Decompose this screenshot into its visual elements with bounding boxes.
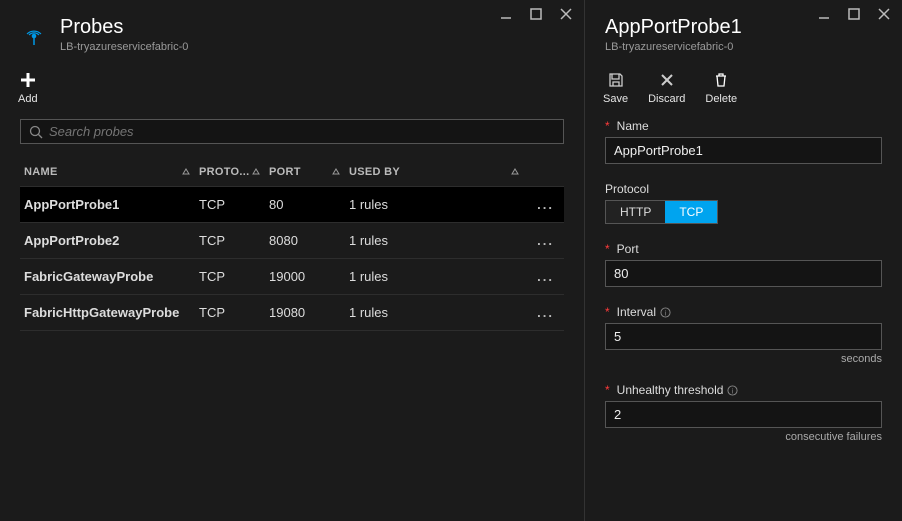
- interval-label: *Interval i: [605, 305, 882, 319]
- cell-protocol: TCP: [195, 259, 265, 295]
- cell-usedby: 1 rules: [345, 187, 524, 223]
- blade-title: Probes: [60, 16, 188, 39]
- search-icon: [29, 125, 43, 139]
- sort-up-icon: [251, 167, 261, 177]
- row-context-menu[interactable]: ...: [524, 187, 564, 223]
- probes-icon: [20, 18, 48, 46]
- threshold-label: *Unhealthy threshold i: [605, 383, 882, 397]
- interval-hint: seconds: [605, 353, 882, 365]
- maximize-icon[interactable]: [528, 6, 544, 22]
- detail-panel: AppPortProbe1 LB-tryazureservicefabric-0…: [585, 0, 902, 521]
- col-port[interactable]: PORT: [265, 158, 345, 187]
- save-icon: [607, 71, 625, 89]
- delete-button[interactable]: Delete: [705, 71, 737, 105]
- window-controls-right: [816, 6, 892, 22]
- cell-protocol: TCP: [195, 295, 265, 331]
- table-row[interactable]: AppPortProbe1TCP801 rules...: [20, 187, 564, 223]
- table-row[interactable]: AppPortProbe2TCP80801 rules...: [20, 223, 564, 259]
- sort-up-icon: [331, 167, 341, 177]
- name-input[interactable]: [605, 137, 882, 164]
- search-box[interactable]: [20, 119, 564, 144]
- maximize-icon[interactable]: [846, 6, 862, 22]
- cell-name: FabricGatewayProbe: [20, 259, 195, 295]
- row-context-menu[interactable]: ...: [524, 259, 564, 295]
- close-icon[interactable]: [876, 6, 892, 22]
- row-context-menu[interactable]: ...: [524, 295, 564, 331]
- info-icon: i: [727, 385, 738, 396]
- col-usedby[interactable]: USED BY: [345, 158, 524, 187]
- cell-port: 19000: [265, 259, 345, 295]
- protocol-toggle: HTTP TCP: [605, 200, 718, 224]
- probes-table: NAME PROTO... PORT USED BY AppPortProbe1…: [20, 158, 564, 331]
- protocol-tcp[interactable]: TCP: [665, 201, 717, 223]
- port-label: *Port: [605, 242, 882, 256]
- window-controls-left: [498, 6, 574, 22]
- minimize-icon[interactable]: [498, 6, 514, 22]
- cell-name: AppPortProbe2: [20, 223, 195, 259]
- blade-subtitle: LB-tryazureservicefabric-0: [60, 41, 188, 53]
- svg-text:i: i: [732, 386, 734, 395]
- port-input[interactable]: [605, 260, 882, 287]
- col-name[interactable]: NAME: [20, 158, 195, 187]
- save-button[interactable]: Save: [603, 71, 628, 105]
- table-row[interactable]: FabricGatewayProbeTCP190001 rules...: [20, 259, 564, 295]
- discard-icon: [658, 71, 676, 89]
- toolbar-left: Add: [0, 63, 584, 119]
- interval-input[interactable]: [605, 323, 882, 350]
- close-icon[interactable]: [558, 6, 574, 22]
- add-label: Add: [18, 93, 38, 105]
- search-input[interactable]: [49, 124, 555, 139]
- minimize-icon[interactable]: [816, 6, 832, 22]
- protocol-label: Protocol: [605, 182, 882, 196]
- cell-port: 8080: [265, 223, 345, 259]
- col-protocol[interactable]: PROTO...: [195, 158, 265, 187]
- info-icon: i: [660, 307, 671, 318]
- table-row[interactable]: FabricHttpGatewayProbeTCP190801 rules...: [20, 295, 564, 331]
- detail-title: AppPortProbe1: [605, 16, 742, 39]
- cell-protocol: TCP: [195, 187, 265, 223]
- cell-port: 19080: [265, 295, 345, 331]
- protocol-http[interactable]: HTTP: [606, 201, 665, 223]
- probes-panel: Probes LB-tryazureservicefabric-0 Add NA…: [0, 0, 585, 521]
- sort-up-icon: [181, 167, 191, 177]
- row-context-menu[interactable]: ...: [524, 223, 564, 259]
- threshold-input[interactable]: [605, 401, 882, 428]
- cell-usedby: 1 rules: [345, 223, 524, 259]
- cell-port: 80: [265, 187, 345, 223]
- cell-name: FabricHttpGatewayProbe: [20, 295, 195, 331]
- cell-name: AppPortProbe1: [20, 187, 195, 223]
- name-label: *Name: [605, 119, 882, 133]
- threshold-hint: consecutive failures: [605, 431, 882, 443]
- delete-icon: [712, 71, 730, 89]
- svg-text:i: i: [665, 308, 667, 317]
- cell-usedby: 1 rules: [345, 259, 524, 295]
- blade-header-left: Probes LB-tryazureservicefabric-0: [0, 0, 584, 63]
- sort-up-icon: [510, 167, 520, 177]
- add-button[interactable]: Add: [18, 71, 38, 105]
- detail-subtitle: LB-tryazureservicefabric-0: [605, 41, 742, 53]
- discard-button[interactable]: Discard: [648, 71, 685, 105]
- cell-usedby: 1 rules: [345, 295, 524, 331]
- toolbar-right: Save Discard Delete: [585, 63, 902, 119]
- plus-icon: [19, 71, 37, 89]
- cell-protocol: TCP: [195, 223, 265, 259]
